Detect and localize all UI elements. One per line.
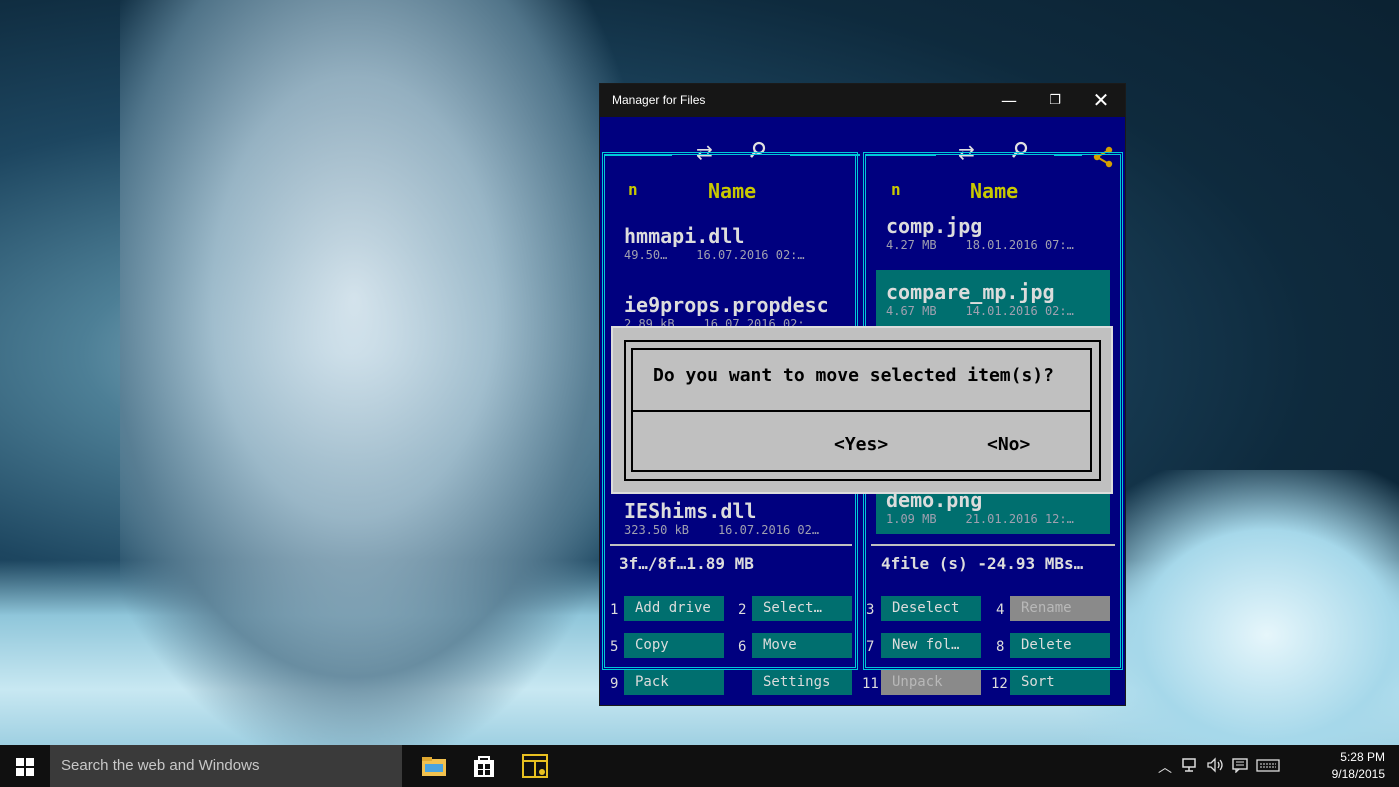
file-meta: 323.50 kB 16.07.2016 02… [624, 523, 820, 537]
deselect-button[interactable]: Deselect [881, 596, 981, 621]
unpack-button[interactable]: Unpack [881, 670, 981, 695]
left-file-item[interactable]: hmmapi.dll 49.50… 16.07.2016 02:… [624, 224, 805, 262]
file-name: hmmapi.dll [624, 224, 745, 248]
file-meta: 49.50… 16.07.2016 02:… [624, 248, 805, 262]
window-title: Manager for Files [612, 93, 706, 107]
action-center-icon[interactable] [1231, 757, 1249, 777]
clock-time: 5:28 PM [1340, 750, 1385, 764]
taskbar: Search the web and Windows ︿ 5:28 PM 9/1… [0, 745, 1399, 787]
fkey-number: 2 [738, 602, 747, 618]
file-meta: 4.67 MB 14.01.2016 02:… [886, 304, 1074, 318]
wallpaper-figure [120, 0, 640, 745]
dialog-message: Do you want to move selected item(s)? [653, 365, 1054, 386]
file-name: ie9props.propdesc [624, 293, 829, 317]
fkey-number: 1 [610, 602, 619, 618]
start-button[interactable] [0, 745, 50, 787]
close-button[interactable]: ✕ [1078, 84, 1124, 117]
fkey-number: 7 [866, 639, 875, 655]
file-meta: 4.27 MB 18.01.2016 07:… [886, 238, 1074, 252]
settings-button[interactable]: Settings [752, 670, 852, 695]
keyboard-icon[interactable] [1256, 757, 1280, 777]
chevron-up-icon[interactable]: ︿ [1158, 757, 1172, 777]
sort-button[interactable]: Sort [1010, 670, 1110, 695]
fkey-number: 5 [610, 639, 619, 655]
confirm-move-dialog: Do you want to move selected item(s)? <Y… [613, 328, 1111, 492]
volume-icon[interactable] [1206, 757, 1224, 777]
select-button[interactable]: Select… [752, 596, 852, 621]
right-col-name-header[interactable]: Name [970, 179, 1018, 203]
network-icon[interactable] [1181, 757, 1199, 777]
fkey-number: 9 [610, 676, 619, 692]
fkey-number: 6 [738, 639, 747, 655]
left-col-n-header[interactable]: n [628, 180, 638, 199]
file-explorer-icon[interactable] [419, 751, 449, 781]
left-status-text: 3f…/8f…1.89 MB [619, 554, 754, 573]
file-name: comp.jpg [886, 214, 983, 238]
fkey-number: 8 [996, 639, 1005, 655]
left-file-item[interactable]: ie9props.propdesc 2.89 kB 16.07.2016 02:… [624, 293, 829, 331]
file-name: IEShims.dll [624, 499, 757, 523]
left-file-item[interactable]: IEShims.dll 323.50 kB 16.07.2016 02… [624, 499, 819, 537]
yes-button[interactable]: <Yes> [834, 434, 888, 455]
store-icon[interactable] [469, 751, 499, 781]
new-folder-button[interactable]: New fol… [881, 633, 981, 658]
move-button[interactable]: Move [752, 633, 852, 658]
right-file-item[interactable]: comp.jpg 4.27 MB 18.01.2016 07:… [876, 212, 1110, 256]
no-button[interactable]: <No> [987, 434, 1030, 455]
copy-button[interactable]: Copy [624, 633, 724, 658]
fkey-number: 12 [991, 676, 1008, 692]
left-status-divider [610, 544, 852, 546]
fkey-number: 11 [862, 676, 879, 692]
delete-button[interactable]: Delete [1010, 633, 1110, 658]
pack-button[interactable]: Pack [624, 670, 724, 695]
restore-button[interactable]: ❐ [1032, 84, 1078, 117]
title-bar[interactable]: Manager for Files — ❐ ✕ [600, 84, 1125, 117]
file-manager-app-icon[interactable] [520, 751, 550, 781]
fkey-number: 4 [996, 602, 1005, 618]
right-file-item-selected[interactable]: compare_mp.jpg 4.67 MB 14.01.2016 02:… [876, 270, 1110, 328]
taskbar-clock[interactable]: 5:28 PM 9/18/2015 [1332, 749, 1385, 783]
add-drive-button[interactable]: Add drive [624, 596, 724, 621]
clock-date: 9/18/2015 [1331, 767, 1385, 781]
file-meta: 1.09 MB 21.01.2016 12:… [886, 512, 1074, 526]
dialog-divider [633, 410, 1092, 412]
minimize-button[interactable]: — [986, 84, 1032, 117]
file-name: compare_mp.jpg [886, 280, 1055, 304]
fkey-number: 3 [866, 602, 875, 618]
taskbar-search-input[interactable]: Search the web and Windows [50, 745, 402, 787]
right-status-divider [871, 544, 1115, 546]
rename-button[interactable]: Rename [1010, 596, 1110, 621]
right-status-text: 4file (s) -24.93 MBs… [881, 554, 1084, 573]
left-col-name-header[interactable]: Name [708, 179, 756, 203]
right-col-n-header[interactable]: n [891, 180, 901, 199]
